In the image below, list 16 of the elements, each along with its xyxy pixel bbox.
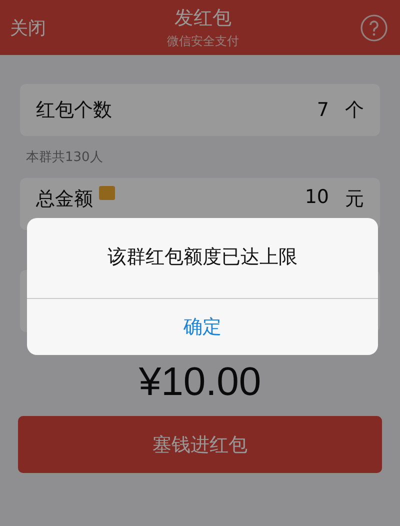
amount-value[interactable]: 10 bbox=[304, 186, 329, 208]
amount-label: 总金额 bbox=[36, 187, 93, 212]
count-unit: 个 bbox=[345, 98, 364, 123]
count-label: 红包个数 bbox=[36, 98, 112, 123]
page-subtitle: 微信安全支付 bbox=[167, 33, 239, 50]
group-note: 本群共130人 bbox=[25, 149, 104, 167]
close-button[interactable]: 关闭 bbox=[10, 16, 46, 40]
confirm-button[interactable]: 确定 bbox=[27, 299, 378, 355]
page-title: 发红包 bbox=[174, 6, 232, 31]
count-value[interactable]: 7 bbox=[316, 99, 329, 121]
alert-message: 该群红包额度已达上限 bbox=[27, 218, 378, 299]
total-amount: ¥10.00 bbox=[138, 360, 262, 404]
submit-button[interactable]: 塞钱进红包 bbox=[18, 416, 382, 473]
amount-unit: 元 bbox=[345, 187, 364, 212]
badge-icon bbox=[99, 186, 115, 200]
help-icon[interactable] bbox=[360, 14, 388, 42]
